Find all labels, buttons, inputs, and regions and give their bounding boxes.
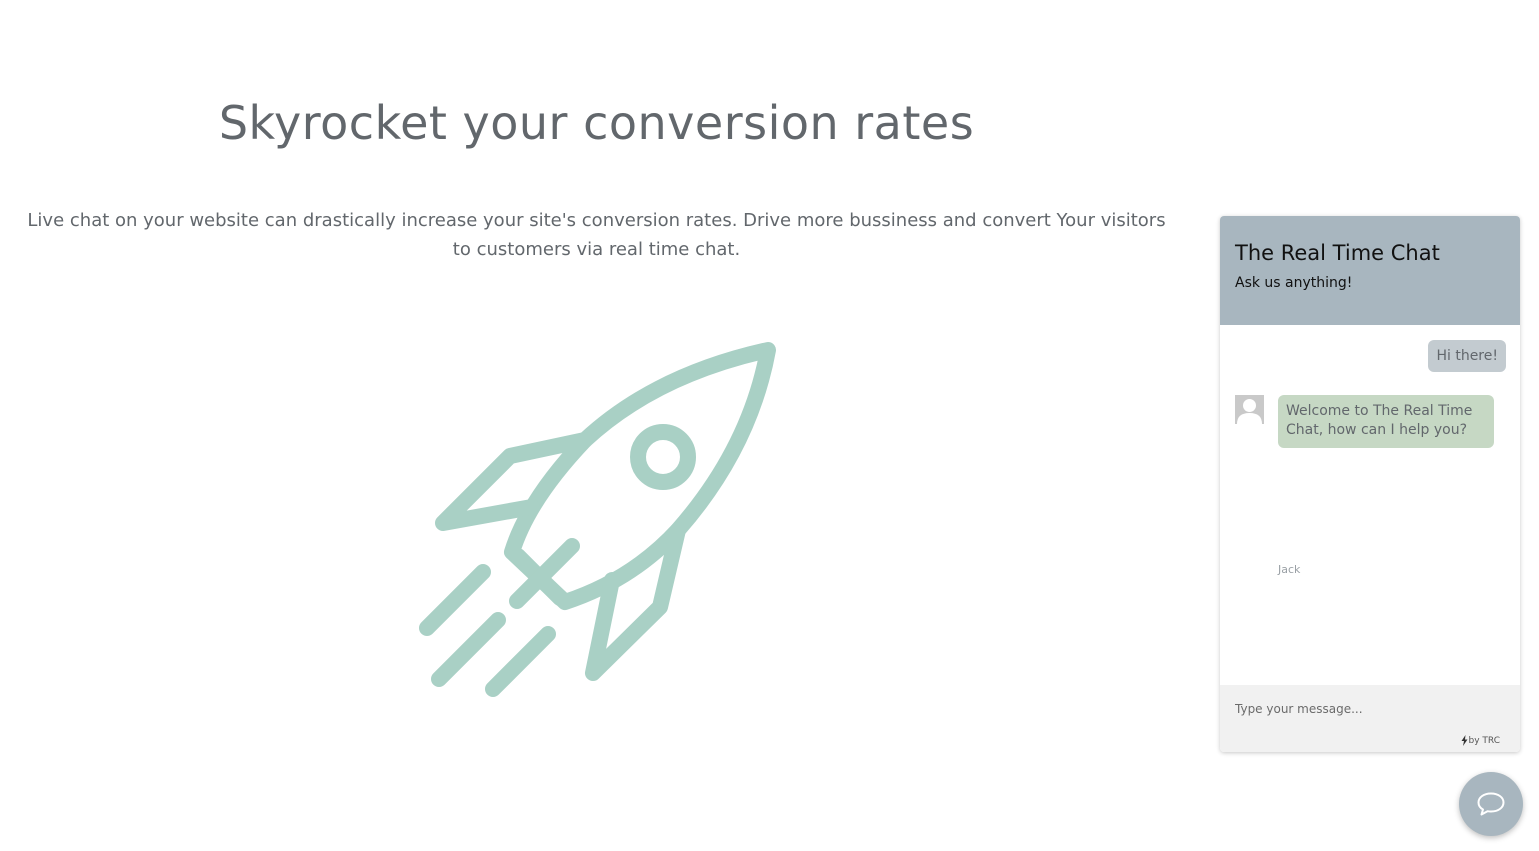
chat-footer: by TRC xyxy=(1220,685,1520,752)
bolt-icon xyxy=(1461,735,1467,746)
message-input[interactable] xyxy=(1235,698,1505,720)
chat-messages: Hi there! Welcome to The Real Time Chat,… xyxy=(1220,325,1520,685)
powered-by[interactable]: by TRC xyxy=(1461,735,1501,746)
message-author: Jack xyxy=(1278,563,1301,576)
chat-widget: The Real Time Chat Ask us anything! Hi t… xyxy=(1220,216,1520,752)
powered-by-label: by TRC xyxy=(1468,735,1501,746)
hero-description: Live chat on your website can drasticall… xyxy=(27,210,1166,260)
chat-launcher-button[interactable] xyxy=(1459,772,1523,836)
chat-title: The Real Time Chat xyxy=(1235,241,1440,265)
page-title: Skyrocket your conversion rates xyxy=(218,96,975,150)
chat-bubble-icon xyxy=(1477,792,1505,816)
agent-avatar xyxy=(1235,395,1264,424)
rocket-icon xyxy=(419,342,776,697)
message-outgoing: Hi there! xyxy=(1428,340,1506,372)
message-incoming: Welcome to The Real Time Chat, how can I… xyxy=(1278,395,1494,448)
chat-header: The Real Time Chat Ask us anything! xyxy=(1220,216,1520,325)
user-avatar-icon xyxy=(1235,395,1264,424)
chat-subtitle: Ask us anything! xyxy=(1235,275,1353,291)
